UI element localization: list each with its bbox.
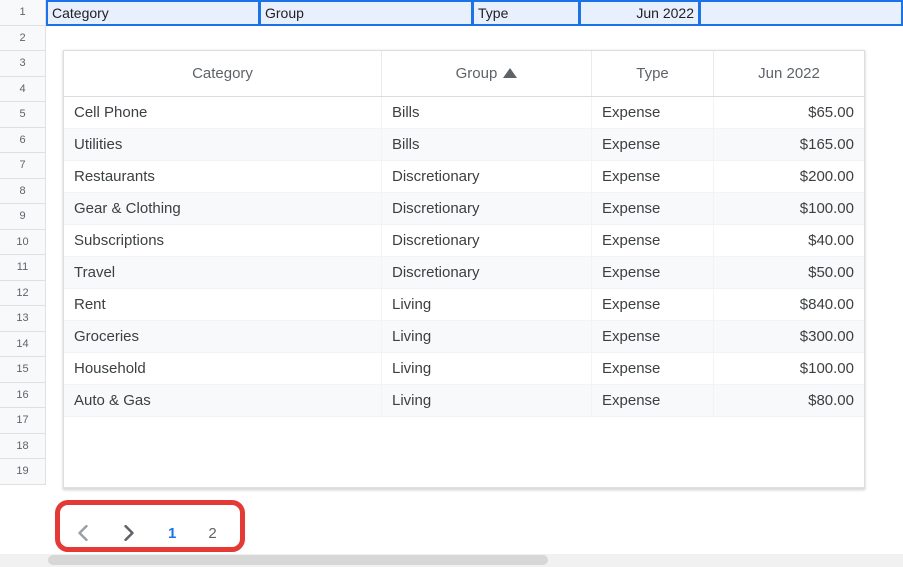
row-header[interactable]: 10 — [0, 230, 46, 256]
column-header-label: Group — [456, 65, 498, 82]
cell-group: Bills — [382, 129, 592, 160]
cell-amount: $50.00 — [714, 257, 864, 288]
row-header[interactable]: 12 — [0, 281, 46, 307]
page-number-1[interactable]: 1 — [164, 523, 180, 544]
row-headers: 1 2 3 4 5 6 7 8 9 10 11 12 13 14 15 16 1… — [0, 0, 46, 485]
row-header[interactable]: 4 — [0, 77, 46, 103]
table-body: Cell PhoneBillsExpense$65.00UtilitiesBil… — [64, 97, 864, 417]
cell-type: Expense — [592, 321, 714, 352]
row-header[interactable]: 16 — [0, 383, 46, 409]
cell-group: Living — [382, 289, 592, 320]
cell-type: Expense — [592, 257, 714, 288]
sort-ascending-icon — [503, 65, 517, 82]
cell-amount: $100.00 — [714, 353, 864, 384]
row-header[interactable]: 13 — [0, 306, 46, 332]
table-row[interactable]: Auto & GasLivingExpense$80.00 — [64, 385, 864, 417]
cell-amount: $300.00 — [714, 321, 864, 352]
cell-group: Bills — [382, 97, 592, 128]
row-header[interactable]: 1 — [0, 0, 46, 26]
table-row[interactable]: HouseholdLivingExpense$100.00 — [64, 353, 864, 385]
column-header-label: Jun 2022 — [758, 65, 820, 82]
cell-amount: $80.00 — [714, 385, 864, 416]
column-header-label: Category — [192, 65, 253, 82]
table-row[interactable]: RestaurantsDiscretionaryExpense$200.00 — [64, 161, 864, 193]
cell-group: Living — [382, 353, 592, 384]
row-header[interactable]: 6 — [0, 128, 46, 154]
table-header-row: Category Group Type Jun 2022 — [64, 51, 864, 97]
column-header-label: Type — [636, 65, 669, 82]
cell-group: Discretionary — [382, 161, 592, 192]
cell-group: Living — [382, 321, 592, 352]
cell-category: Travel — [64, 257, 382, 288]
cell-category: Cell Phone — [64, 97, 382, 128]
row-header[interactable]: 2 — [0, 26, 46, 52]
row-header[interactable]: 19 — [0, 459, 46, 485]
sheet-header-group[interactable]: Group — [259, 0, 472, 26]
table-row[interactable]: RentLivingExpense$840.00 — [64, 289, 864, 321]
cell-type: Expense — [592, 225, 714, 256]
cell-amount: $200.00 — [714, 161, 864, 192]
cell-category: Gear & Clothing — [64, 193, 382, 224]
sheet-header-category[interactable]: Category — [46, 0, 259, 26]
row-header[interactable]: 9 — [0, 204, 46, 230]
cell-group: Living — [382, 385, 592, 416]
table-row[interactable]: Gear & ClothingDiscretionaryExpense$100.… — [64, 193, 864, 225]
row-header[interactable]: 18 — [0, 434, 46, 460]
row-header[interactable]: 11 — [0, 255, 46, 281]
cell-category: Auto & Gas — [64, 385, 382, 416]
next-page-button[interactable] — [118, 522, 140, 544]
prev-page-button[interactable] — [72, 522, 94, 544]
cell-category: Subscriptions — [64, 225, 382, 256]
page-number-2[interactable]: 2 — [204, 523, 220, 544]
row-header[interactable]: 5 — [0, 102, 46, 128]
table-row[interactable]: TravelDiscretionaryExpense$50.00 — [64, 257, 864, 289]
cell-type: Expense — [592, 193, 714, 224]
table-row[interactable]: Cell PhoneBillsExpense$65.00 — [64, 97, 864, 129]
cell-amount: $840.00 — [714, 289, 864, 320]
column-header-type[interactable]: Type — [592, 51, 714, 96]
cell-group: Discretionary — [382, 257, 592, 288]
cell-amount: $65.00 — [714, 97, 864, 128]
cell-amount: $100.00 — [714, 193, 864, 224]
table-row[interactable]: GroceriesLivingExpense$300.00 — [64, 321, 864, 353]
row-header[interactable]: 17 — [0, 408, 46, 434]
column-header-category[interactable]: Category — [64, 51, 382, 96]
data-table-overlay: Category Group Type Jun 2022 Cell PhoneB… — [63, 50, 865, 489]
cell-type: Expense — [592, 385, 714, 416]
sheet-header-amount[interactable]: Jun 2022 — [579, 0, 699, 26]
table-row[interactable]: UtilitiesBillsExpense$165.00 — [64, 129, 864, 161]
row-header[interactable]: 15 — [0, 357, 46, 383]
column-header-amount[interactable]: Jun 2022 — [714, 51, 864, 96]
cell-amount: $40.00 — [714, 225, 864, 256]
cell-group: Discretionary — [382, 193, 592, 224]
sheet-header-row: Category Group Type Jun 2022 — [46, 0, 903, 26]
sheet-header-type[interactable]: Type — [472, 0, 579, 26]
cell-type: Expense — [592, 161, 714, 192]
pagination-controls: 1 2 — [72, 522, 221, 544]
cell-category: Utilities — [64, 129, 382, 160]
sheet-cell-empty[interactable] — [699, 0, 903, 26]
cell-type: Expense — [592, 97, 714, 128]
cell-type: Expense — [592, 353, 714, 384]
cell-category: Rent — [64, 289, 382, 320]
cell-type: Expense — [592, 129, 714, 160]
cell-type: Expense — [592, 289, 714, 320]
row-header[interactable]: 8 — [0, 179, 46, 205]
row-header[interactable]: 3 — [0, 51, 46, 77]
horizontal-scrollbar-thumb[interactable] — [48, 555, 548, 565]
row-header[interactable]: 7 — [0, 153, 46, 179]
cell-category: Groceries — [64, 321, 382, 352]
horizontal-scroll-track[interactable] — [0, 554, 903, 567]
cell-category: Household — [64, 353, 382, 384]
cell-category: Restaurants — [64, 161, 382, 192]
cell-amount: $165.00 — [714, 129, 864, 160]
row-header[interactable]: 14 — [0, 332, 46, 358]
column-header-group[interactable]: Group — [382, 51, 592, 96]
cell-group: Discretionary — [382, 225, 592, 256]
table-footer — [64, 487, 864, 488]
sheet-cells: Category Group Type Jun 2022 — [46, 0, 903, 26]
table-row[interactable]: SubscriptionsDiscretionaryExpense$40.00 — [64, 225, 864, 257]
